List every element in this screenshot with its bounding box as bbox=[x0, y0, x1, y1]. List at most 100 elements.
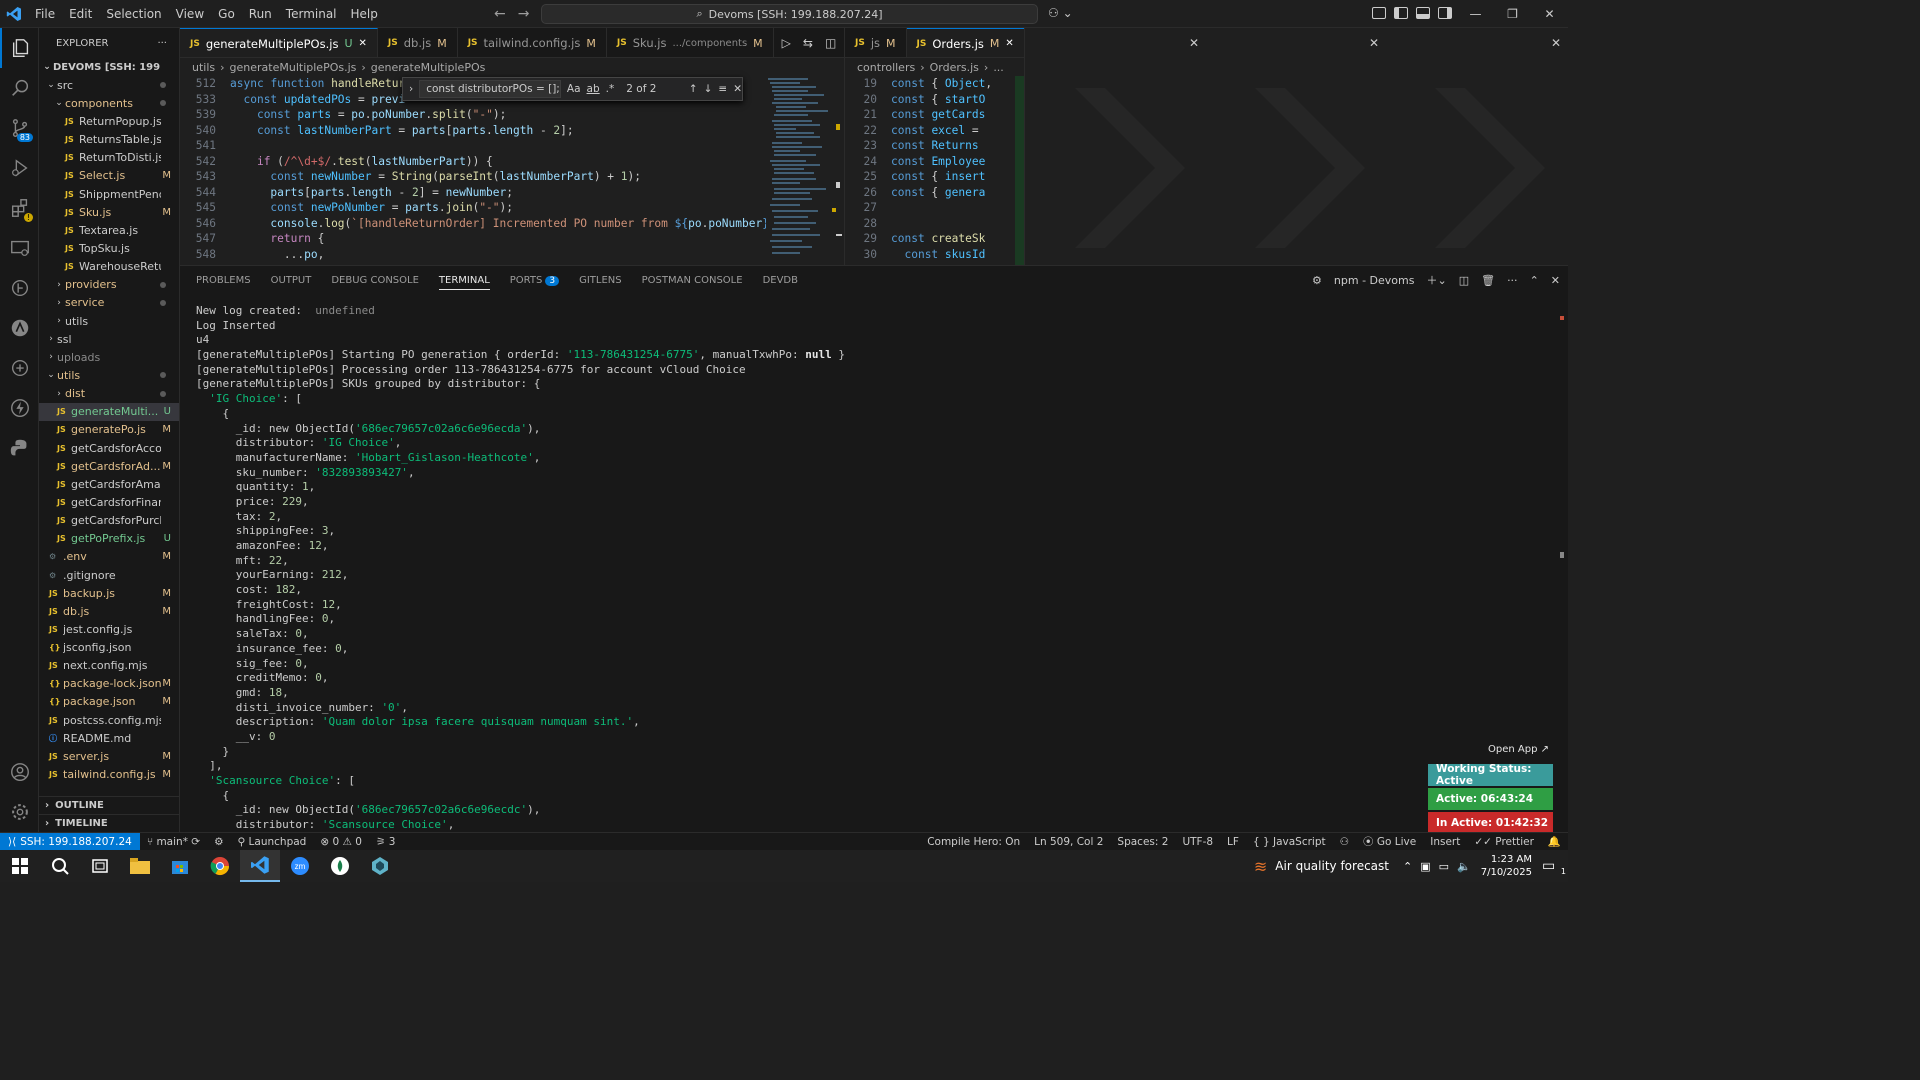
panel-tab-ports[interactable]: PORTS 3 bbox=[510, 275, 560, 286]
folder-item[interactable]: ⌄ utils bbox=[39, 366, 179, 384]
tray-app-icon[interactable]: ▣ bbox=[1420, 860, 1430, 873]
close-group-icon-2[interactable]: ✕ bbox=[1369, 36, 1379, 50]
file-item[interactable]: JS Sku.js M bbox=[39, 203, 179, 221]
code-editor-left[interactable]: 512 async function handleRetur 533 const u… bbox=[180, 76, 783, 262]
close-group-icon-3[interactable]: ✕ bbox=[1551, 36, 1561, 50]
panel-tab-postman-console[interactable]: POSTMAN CONSOLE bbox=[642, 275, 743, 286]
maximize-panel-icon[interactable]: ⌃ bbox=[1530, 274, 1539, 287]
search-icon[interactable] bbox=[40, 850, 80, 882]
match-case-icon[interactable]: Aa bbox=[567, 83, 581, 95]
menu-selection[interactable]: Selection bbox=[99, 7, 168, 21]
insert-mode[interactable]: Insert bbox=[1423, 836, 1467, 848]
inactive-time-button[interactable]: In Active: 01:42:32 bbox=[1428, 812, 1553, 834]
indentation[interactable]: Spaces: 2 bbox=[1110, 836, 1175, 848]
volume-icon[interactable]: 🔈 bbox=[1457, 860, 1471, 873]
terminal-output[interactable]: New log created: undefined Log Inserted u4… bbox=[196, 304, 1436, 833]
network-icon[interactable]: ▭ bbox=[1439, 860, 1449, 873]
close-find-icon[interactable]: ✕ bbox=[733, 83, 742, 95]
folder-item[interactable]: › ssl bbox=[39, 330, 179, 348]
terminal-scrollbar[interactable] bbox=[1560, 552, 1564, 558]
task-view-icon[interactable] bbox=[80, 850, 120, 882]
outline-section[interactable]: › OUTLINE bbox=[39, 796, 179, 814]
settings-gear-icon[interactable] bbox=[0, 792, 39, 832]
editor-tab[interactable]: JS generateMultiplePOs.js U ✕ bbox=[180, 28, 378, 57]
working-status-button[interactable]: Working Status: Active bbox=[1428, 763, 1553, 787]
folder-item[interactable]: › service bbox=[39, 294, 179, 312]
close-tab-icon[interactable]: ✕ bbox=[359, 38, 367, 49]
launchpad-item[interactable]: ⚲ Launchpad bbox=[231, 836, 314, 848]
file-item[interactable]: {} jsconfig.json bbox=[39, 639, 179, 657]
app-icon-2[interactable] bbox=[360, 850, 400, 882]
file-item[interactable]: JS getCardsforAmazon.js bbox=[39, 475, 179, 493]
prettier-item[interactable]: ✓✓ Prettier bbox=[1467, 836, 1541, 848]
forward-arrow-icon[interactable]: → bbox=[518, 6, 530, 22]
file-item[interactable]: JS getCardsforAccount.js bbox=[39, 439, 179, 457]
language-mode[interactable]: { } JavaScript bbox=[1246, 836, 1333, 848]
toggle-secondary-sidebar-icon[interactable] bbox=[1438, 7, 1452, 19]
restore-icon[interactable]: ❐ bbox=[1494, 7, 1531, 21]
panel-tab-output[interactable]: OUTPUT bbox=[271, 275, 312, 286]
problems-item[interactable]: ⊗ 0 ⚠ 0 bbox=[313, 836, 369, 848]
file-item[interactable]: JS Textarea.js bbox=[39, 221, 179, 239]
branch-item[interactable]: ⑂ main* ⟳ bbox=[140, 836, 207, 848]
menu-edit[interactable]: Edit bbox=[62, 7, 99, 21]
account-icon[interactable] bbox=[0, 752, 39, 792]
kill-terminal-icon[interactable]: 🗑 bbox=[1481, 274, 1495, 287]
run-debug-icon[interactable] bbox=[0, 148, 39, 188]
ports-item[interactable]: ⚞ 3 bbox=[369, 836, 402, 848]
run-icon[interactable]: ▷ bbox=[782, 36, 791, 50]
file-item[interactable]: JS next.config.mjs bbox=[39, 657, 179, 675]
file-item[interactable]: JS getPoPrefix.js U bbox=[39, 530, 179, 548]
more-actions-icon[interactable]: ··· bbox=[157, 38, 167, 49]
extensions-icon[interactable]: ! bbox=[0, 188, 39, 228]
file-item[interactable]: JS getCardsforAd... M bbox=[39, 457, 179, 475]
breadcrumb-item[interactable]: generateMultiplePOs.js bbox=[230, 61, 357, 74]
terminal-name[interactable]: npm - Devoms bbox=[1334, 274, 1415, 287]
find-input[interactable]: const distributorPOs = []; bbox=[419, 80, 561, 98]
explorer-icon[interactable] bbox=[0, 28, 39, 68]
toggle-sidebar-icon[interactable] bbox=[1394, 7, 1408, 19]
encoding[interactable]: UTF-8 bbox=[1175, 836, 1220, 848]
search-icon[interactable] bbox=[0, 68, 39, 108]
open-app-link[interactable]: Open App ↗ bbox=[1428, 744, 1553, 764]
file-item[interactable]: JS generateMulti... U bbox=[39, 402, 179, 421]
menu-run[interactable]: Run bbox=[242, 7, 279, 21]
next-match-icon[interactable]: ↓ bbox=[704, 83, 713, 95]
thunder-client-icon[interactable] bbox=[0, 388, 39, 428]
breadcrumb-item[interactable]: utils bbox=[192, 61, 215, 74]
close-window-icon[interactable]: ✕ bbox=[1531, 7, 1568, 21]
menu-help[interactable]: Help bbox=[344, 7, 385, 21]
workspace-root[interactable]: ⌄ DEVOMS [SSH: 199.188.20... bbox=[39, 58, 179, 76]
file-item[interactable]: JS postcss.config.mjs bbox=[39, 711, 179, 729]
toggle-replace-icon[interactable]: › bbox=[409, 83, 413, 95]
notifications-bell-icon[interactable]: 🔔 bbox=[1541, 835, 1568, 848]
file-item[interactable]: JS getCardsforFinance.js bbox=[39, 493, 179, 511]
previous-match-icon[interactable]: ↑ bbox=[689, 83, 698, 95]
command-center[interactable]: ⌕ Devoms [SSH: 199.188.207.24] bbox=[541, 4, 1038, 24]
whole-word-icon[interactable]: ab bbox=[587, 83, 600, 95]
breadcrumb-item[interactable]: Orders.js bbox=[930, 61, 979, 74]
editor-tab[interactable]: JS Sku.js .../components M bbox=[607, 28, 774, 57]
vscode-taskbar-icon[interactable] bbox=[240, 850, 280, 882]
folder-item[interactable]: › dist bbox=[39, 385, 179, 403]
editor-tab[interactable]: JS db.js M bbox=[378, 28, 458, 57]
gitlens-icon[interactable] bbox=[0, 268, 39, 308]
folder-item[interactable]: ⌄ src bbox=[39, 76, 179, 94]
remote-indicator[interactable]: ⟩⟨ SSH: 199.188.207.24 bbox=[0, 832, 140, 851]
compile-hero-item[interactable]: Compile Hero: On bbox=[920, 836, 1027, 848]
notification-center-icon[interactable]: ▭ 1 bbox=[1542, 858, 1568, 876]
app-icon[interactable] bbox=[320, 850, 360, 882]
find-in-selection-icon[interactable]: ≡ bbox=[718, 83, 727, 95]
menu-terminal[interactable]: Terminal bbox=[279, 7, 344, 21]
breadcrumb-item[interactable]: ... bbox=[993, 61, 1004, 74]
copilot-icon[interactable]: ⚇ bbox=[1333, 836, 1356, 848]
file-item[interactable]: JS jest.config.js bbox=[39, 620, 179, 638]
zoom-icon[interactable]: zm bbox=[280, 850, 320, 882]
panel-tab-devdb[interactable]: DEVDB bbox=[763, 275, 798, 286]
file-item[interactable]: ⚙ .env M bbox=[39, 548, 179, 566]
file-item[interactable]: JS ReturnPopup.js bbox=[39, 112, 179, 130]
weather-widget[interactable]: ≋ Air quality forecast bbox=[1254, 857, 1389, 876]
python-icon[interactable] bbox=[0, 428, 39, 468]
menu-go[interactable]: Go bbox=[211, 7, 242, 21]
windows-start-icon[interactable] bbox=[0, 850, 40, 882]
